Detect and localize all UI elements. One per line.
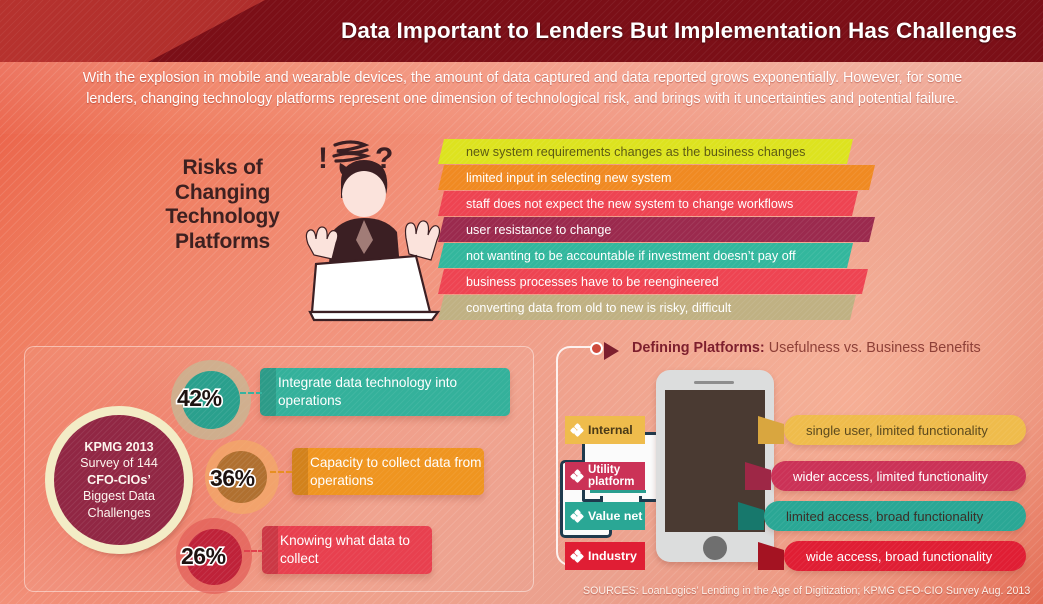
platform-benefit-label: limited access, broad functionality — [786, 508, 984, 524]
stat-percent: 36% — [208, 463, 256, 492]
risk-bar-label: staff does not expect the new system to … — [466, 196, 794, 211]
risk-bar-item: new system requirements changes as the b… — [438, 139, 853, 164]
platform-name-chip: Industry — [565, 542, 645, 570]
platform-name-chip: Value net — [565, 502, 645, 530]
intro-paragraph: With the explosion in mobile and wearabl… — [82, 70, 963, 107]
confused-person-at-laptop-icon: ! ? — [280, 136, 460, 326]
risk-bar-item: limited input in selecting new system — [438, 165, 875, 190]
badge-line-1: KPMG 2013 — [84, 439, 154, 454]
stat-connector — [240, 392, 262, 394]
platforms-panel: Defining Platforms: Usefulness vs. Busin… — [556, 340, 1026, 576]
risk-bar-label: business processes have to be reengineer… — [466, 274, 719, 289]
platform-name-label: Value net — [588, 508, 643, 523]
infographic-canvas: Data Important to Lenders But Implementa… — [0, 0, 1043, 604]
badge-line-4: Biggest Data — [82, 489, 156, 504]
risk-bar-item: user resistance to change — [438, 217, 875, 242]
section-arrow-icon — [604, 342, 619, 360]
page-title: Data Important to Lenders But Implementa… — [341, 18, 1017, 43]
platform-name-label: Utility platform — [588, 462, 635, 488]
platform-benefit-label: wider access, limited functionality — [793, 468, 988, 484]
kpmg-survey-badge: KPMG 2013 Survey of 144 CFO-CIOs’ Bigges… — [45, 406, 193, 556]
badge-line-5: Challenges — [87, 505, 151, 520]
clover-icon — [569, 422, 585, 438]
risk-bar-item: business processes have to be reengineer… — [438, 269, 868, 294]
risks-section-title: Risks of Changing Technology Platforms — [165, 156, 280, 253]
platform-name-label: Internal — [588, 422, 633, 437]
clover-icon — [569, 468, 585, 484]
bracket-node-top — [590, 342, 603, 355]
risk-bars-list: new system requirements changes as the b… — [438, 139, 888, 323]
platforms-heading-bold: Defining Platforms: — [632, 340, 765, 356]
platforms-heading-rest: Usefulness vs. Business Benefits — [768, 340, 981, 356]
platform-benefit-label: wide access, broad functionality — [806, 548, 993, 564]
stat-label: Integrate data technology into operation… — [278, 375, 458, 408]
platform-name-chip: Internal — [565, 416, 645, 444]
phone-home-button — [703, 536, 727, 560]
platform-name-chip: Utility platform — [565, 462, 645, 490]
stat-label: Capacity to collect data from operations — [310, 454, 482, 488]
risk-bar-item: converting data from old to new is risky… — [438, 295, 856, 320]
stat-connector — [270, 471, 292, 473]
platform-benefit-bar: wider access, limited functionality — [771, 461, 1026, 491]
stat-label: Knowing what data to collect — [280, 533, 410, 566]
stat-label-box: Capacity to collect data from operations — [292, 448, 484, 495]
stat-label-box: Knowing what data to collect — [262, 526, 432, 574]
clover-icon — [569, 508, 585, 524]
risk-bar-label: converting data from old to new is risky… — [466, 300, 732, 315]
badge-line-2: Survey of 144 — [80, 456, 158, 471]
risk-bar-label: not wanting to be accountable if investm… — [466, 248, 796, 263]
platform-tail — [758, 416, 784, 444]
sources-note: SOURCES: LoanLogics’ Lending in the Age … — [583, 585, 1031, 597]
stat-percent: 42% — [175, 383, 223, 412]
platform-benefit-bar: limited access, broad functionality — [764, 501, 1026, 531]
badge-text: KPMG 2013 Survey of 144 CFO-CIOs’ Bigges… — [80, 439, 158, 522]
platform-benefit-label: single user, limited functionality — [806, 422, 988, 438]
badge-core: KPMG 2013 Survey of 144 CFO-CIOs’ Bigges… — [54, 415, 184, 545]
platform-name-label: Industry — [588, 548, 637, 563]
svg-text:!: ! — [318, 142, 328, 175]
platform-benefit-bar: single user, limited functionality — [784, 415, 1026, 445]
risk-bar-label: limited input in selecting new system — [466, 170, 672, 185]
clover-icon — [569, 548, 585, 564]
phone-speaker — [694, 381, 734, 384]
risk-bar-label: user resistance to change — [466, 222, 612, 237]
stat-label-box: Integrate data technology into operation… — [260, 368, 510, 416]
risk-bar-item: not wanting to be accountable if investm… — [438, 243, 853, 268]
risk-bar-item: staff does not expect the new system to … — [438, 191, 858, 216]
platforms-heading: Defining Platforms: Usefulness vs. Busin… — [632, 340, 981, 356]
platform-benefit-bar: wide access, broad functionality — [784, 541, 1026, 571]
badge-line-3: CFO-CIOs’ — [87, 472, 151, 487]
stat-percent: 26% — [179, 541, 227, 570]
platform-tail — [758, 542, 784, 570]
stat-connector — [244, 550, 264, 552]
risk-bar-label: new system requirements changes as the b… — [466, 144, 806, 159]
monitor-detail — [590, 490, 646, 493]
